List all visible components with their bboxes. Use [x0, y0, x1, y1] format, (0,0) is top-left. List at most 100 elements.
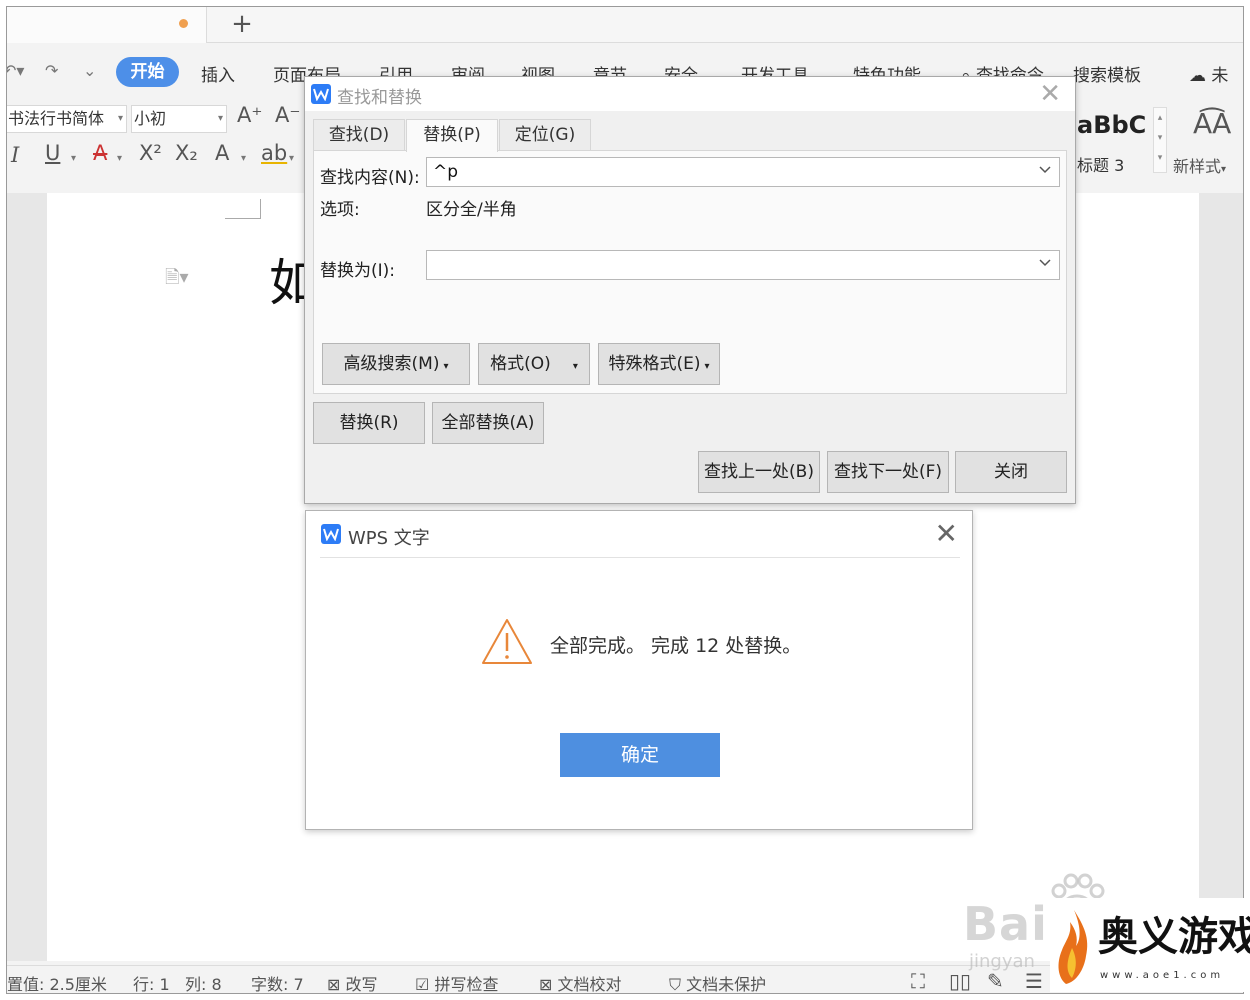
- find-content-label: 查找内容(N):: [320, 168, 420, 188]
- italic-button[interactable]: I: [11, 143, 19, 167]
- options-value: 区分全/半角: [426, 200, 517, 220]
- proofread-toggle[interactable]: ⊠ 文档校对: [539, 971, 622, 994]
- advanced-search-button[interactable]: 高级搜索(M) ▾: [322, 343, 470, 385]
- message-text: 全部完成。 完成 12 处替换。: [550, 635, 802, 657]
- highlight-button[interactable]: ab: [261, 141, 287, 165]
- find-previous-button[interactable]: 查找上一处(B): [698, 451, 820, 493]
- new-style-icon[interactable]: A͡A: [1193, 107, 1231, 140]
- title-divider: [320, 557, 960, 558]
- wps-logo-icon: [311, 84, 331, 104]
- status-row: 行: 1: [133, 975, 170, 994]
- overwrite-label: 改写: [345, 975, 378, 994]
- replace-all-button[interactable]: 全部替换(A): [432, 402, 544, 444]
- new-tab-button[interactable]: +: [229, 9, 255, 39]
- find-replace-close-icon[interactable]: ✕: [1039, 79, 1061, 109]
- new-style-label: 新样式: [1173, 157, 1222, 176]
- overwrite-toggle[interactable]: ⊠ 改写: [327, 971, 378, 994]
- close-button[interactable]: 关闭: [955, 451, 1067, 493]
- overwrite-icon: ⊠: [327, 975, 341, 994]
- menu-start-tab[interactable]: 开始: [116, 57, 179, 87]
- highlight-dropdown-icon[interactable]: ▾: [289, 153, 294, 164]
- status-word-count[interactable]: 字数: 7: [251, 971, 304, 993]
- flame-logo-icon: [1058, 910, 1088, 984]
- find-content-input[interactable]: ^p: [426, 157, 1060, 187]
- chevron-down-icon: ▾: [704, 361, 710, 372]
- site-logo: 奥义游戏网 www.aoe1.com: [1050, 898, 1250, 992]
- chevron-down-icon: ▾: [117, 113, 123, 124]
- find-next-button[interactable]: 查找下一处(F): [827, 451, 949, 493]
- grow-font-button[interactable]: A⁺: [237, 103, 262, 127]
- wps-logo-icon: [321, 524, 341, 544]
- edit-mode-icon[interactable]: ✎: [987, 969, 1004, 993]
- special-format-button[interactable]: 特殊格式(E) ▾: [598, 343, 720, 385]
- strikethrough-dropdown-icon[interactable]: ▾: [117, 153, 122, 164]
- message-box-title: WPS 文字: [348, 528, 430, 549]
- advanced-search-label: 高级搜索(M): [343, 354, 440, 374]
- page-corner-mark: [225, 199, 261, 219]
- jingyan-watermark: jingyan: [969, 951, 1035, 972]
- spell-check-toggle[interactable]: ☑ 拼写检查: [415, 971, 498, 994]
- document-tab[interactable]: [7, 7, 207, 43]
- paragraph-layout-icon[interactable]: 🗎▾: [165, 265, 189, 295]
- ok-button[interactable]: 确定: [560, 733, 720, 777]
- warning-icon: [482, 619, 532, 664]
- tab-goto[interactable]: 定位(G): [499, 119, 591, 151]
- spell-check-icon: ☑: [415, 975, 430, 994]
- chevron-down-icon: ▾: [443, 361, 449, 372]
- protection-label: 文档未保护: [686, 975, 767, 994]
- site-url: www.aoe1.com: [1100, 970, 1225, 981]
- chevron-down-icon: ▾: [217, 113, 223, 124]
- strikethrough-button[interactable]: A: [93, 141, 107, 165]
- status-position[interactable]: 置值: 2.5厘米: [7, 971, 107, 993]
- shrink-font-button[interactable]: A⁻: [275, 103, 300, 127]
- replace-with-input[interactable]: [426, 250, 1060, 280]
- font-size-select[interactable]: 小初 ▾: [131, 105, 227, 133]
- page-view-icon[interactable]: ☰: [1025, 969, 1043, 993]
- sync-status[interactable]: ☁ 未: [1189, 61, 1228, 86]
- reading-mode-icon[interactable]: ▯▯: [949, 969, 971, 993]
- chevron-down-icon: ▾: [572, 361, 578, 372]
- baidu-watermark: Bai: [963, 897, 1048, 951]
- underline-button[interactable]: U: [45, 141, 60, 165]
- document-protection-status[interactable]: ⛉ 文档未保护: [669, 971, 767, 994]
- shield-icon: ⛉: [669, 975, 682, 994]
- sync-status-label: 未: [1211, 66, 1229, 86]
- style-gallery-scroll[interactable]: ▴ ▾ ▾: [1153, 107, 1167, 173]
- find-replace-titlebar[interactable]: 查找和替换 ✕: [305, 77, 1075, 111]
- text-effect-dropdown-icon[interactable]: ▾: [241, 153, 246, 164]
- replace-button[interactable]: 替换(R): [313, 402, 425, 444]
- fullscreen-icon[interactable]: ⛶: [911, 969, 925, 993]
- tab-find[interactable]: 查找(D): [313, 119, 405, 151]
- cloud-icon: ☁: [1189, 66, 1206, 86]
- subscript-button[interactable]: X₂: [175, 141, 198, 165]
- text-effect-button[interactable]: A: [215, 141, 229, 165]
- undo-icon[interactable]: ↶▾: [7, 61, 24, 80]
- options-label: 选项:: [320, 200, 360, 220]
- proofread-label: 文档校对: [557, 975, 622, 994]
- menu-insert[interactable]: 插入: [201, 61, 235, 86]
- chevron-down-icon: [1039, 259, 1051, 267]
- proofread-icon: ⊠: [539, 975, 553, 994]
- replace-tab-panel: 查找内容(N): ^p 选项: 区分全/半角 替换为(I): 高级搜索(M) ▾ …: [313, 150, 1067, 394]
- format-button[interactable]: 格式(O) ▾: [478, 343, 590, 385]
- style-preview-heading3[interactable]: aBbC: [1077, 111, 1146, 139]
- font-name-select[interactable]: 书法行书简体 ▾: [7, 105, 127, 133]
- tab-replace[interactable]: 替换(P): [406, 119, 498, 152]
- find-replace-title: 查找和替换: [337, 88, 422, 108]
- format-label: 格式(O): [490, 354, 551, 374]
- underline-dropdown-icon[interactable]: ▾: [71, 153, 76, 164]
- font-name-value: 书法行书简体: [8, 109, 105, 128]
- superscript-button[interactable]: X²: [139, 141, 162, 165]
- chevron-down-icon: [1039, 166, 1051, 174]
- document-tab-strip: +: [7, 7, 1243, 43]
- redo-icon[interactable]: ↷: [45, 61, 58, 80]
- find-content-value: ^p: [433, 162, 459, 182]
- status-column: 列: 8: [185, 975, 222, 994]
- search-template[interactable]: 搜索模板: [1073, 61, 1141, 86]
- new-style-button[interactable]: 新样式▾: [1173, 153, 1226, 177]
- message-box-close-icon[interactable]: ✕: [935, 517, 958, 550]
- quick-access-dropdown-icon[interactable]: ⌄: [83, 61, 96, 80]
- site-name: 奥义游戏网: [1098, 913, 1250, 960]
- font-size-value: 小初: [134, 109, 167, 128]
- style-label-heading3: 标题 3: [1077, 156, 1125, 175]
